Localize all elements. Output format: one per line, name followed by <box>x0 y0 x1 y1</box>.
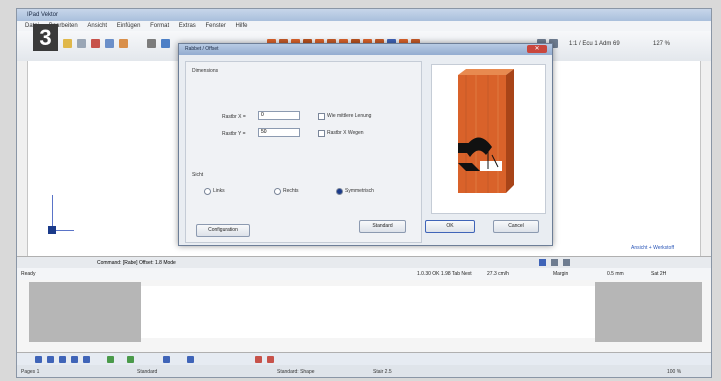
red-fill-icon[interactable] <box>255 356 262 363</box>
vertical-ruler <box>17 61 28 256</box>
field-x-input[interactable] <box>258 111 300 120</box>
same-rabbet-checkbox[interactable] <box>318 113 325 120</box>
radio-center-label: Symmetrisch <box>345 188 374 194</box>
window-titlebar: IPad Vektor <box>17 9 711 21</box>
zoom-readout[interactable]: 127 % <box>653 41 670 47</box>
print-icon[interactable] <box>77 39 86 48</box>
menu-extras[interactable]: Extras <box>179 21 196 31</box>
radio-right[interactable] <box>274 188 281 195</box>
cancel-button[interactable]: Cancel <box>493 220 539 233</box>
scale-readout: 1:1 / Ecu 1 Adm 69 <box>569 41 620 47</box>
origin-marker <box>48 226 56 234</box>
rabbet-dialog: Rabbet / Offset ✕ Dimensions Rastbr X = … <box>178 43 553 246</box>
page-status-bar: Pages 1 Standard Standard: Shape Stair 2… <box>17 365 711 377</box>
dimensions-section-label: Dimensions <box>192 68 219 74</box>
dialog-settings-panel: Dimensions Rastbr X = Rastbr Y = Wie mit… <box>185 61 422 243</box>
menubar: Datei Bearbeiten Ansicht Einfügen Format… <box>17 21 711 31</box>
layer-icon[interactable] <box>551 259 558 266</box>
radio-left-label: Links <box>213 188 225 194</box>
select-arrow-icon[interactable] <box>35 356 42 363</box>
shadow-icon[interactable] <box>127 356 134 363</box>
dialog-title: Rabbet / Offset <box>185 46 219 52</box>
rectangle-icon[interactable] <box>59 356 66 363</box>
close-icon[interactable]: ✕ <box>527 45 547 53</box>
menu-format[interactable]: Format <box>150 21 169 31</box>
mirror-checkbox[interactable] <box>318 130 325 137</box>
panel-icon[interactable] <box>539 259 546 266</box>
copy-icon[interactable] <box>105 39 114 48</box>
red-line-icon[interactable] <box>267 356 274 363</box>
menu-window[interactable]: Fenster <box>205 21 225 31</box>
left-gray-panel <box>29 282 141 342</box>
arrange-icon[interactable] <box>163 356 170 363</box>
configuration-button[interactable]: Configuration <box>196 224 250 237</box>
page-label: Pages 1 <box>21 369 40 375</box>
status-margin: Margin <box>553 271 569 277</box>
grid-icon[interactable] <box>563 259 570 266</box>
ok-button[interactable]: OK <box>425 220 475 233</box>
pointer-icon[interactable] <box>161 39 170 48</box>
drawing-toolbar <box>17 352 711 366</box>
radio-left[interactable] <box>204 188 211 195</box>
select-icon[interactable] <box>147 39 156 48</box>
page-zoom-label: 100 % <box>667 369 682 375</box>
command-text: Command: [Rabe] Offset: 1.8 Mode <box>97 260 176 266</box>
ellipse-icon[interactable] <box>71 356 78 363</box>
right-ruler <box>700 61 711 256</box>
field-y-label: Rastbr Y = <box>222 131 246 137</box>
right-gray-panel <box>595 282 702 342</box>
dialog-titlebar: Rabbet / Offset ✕ <box>179 44 552 55</box>
align-icon[interactable] <box>187 356 194 363</box>
status-text: Ready <box>21 271 36 277</box>
view-group-label: Sicht <box>192 172 204 178</box>
menu-help[interactable]: Hilfe <box>236 21 248 31</box>
ratio-label: Stair 2.5 <box>373 369 392 375</box>
step-number-badge: 3 <box>33 24 58 51</box>
style-label: Standard: Shape <box>277 369 315 375</box>
fill-icon[interactable] <box>107 356 114 363</box>
y-axis-indicator <box>52 195 53 230</box>
status-value-1: 27.3 cm/h <box>487 271 509 277</box>
standard-button[interactable]: Standard <box>359 220 406 233</box>
window-title: IPad Vektor <box>27 12 59 18</box>
lower-view-area <box>17 280 711 352</box>
radio-center[interactable] <box>336 188 343 195</box>
wood-board-illustration <box>458 69 514 193</box>
same-rabbet-label: Wie mittlere Lenung <box>327 113 372 119</box>
text-icon[interactable] <box>83 356 90 363</box>
mirror-label: Rastbr X Wegen <box>327 130 364 136</box>
cut-icon[interactable] <box>91 39 100 48</box>
line-icon[interactable] <box>47 356 54 363</box>
open-icon[interactable] <box>63 39 72 48</box>
status-value-4: Sat 2H <box>651 271 667 277</box>
page-preview[interactable] <box>141 286 595 338</box>
menu-view[interactable]: Ansicht <box>87 21 107 31</box>
menu-insert[interactable]: Einfügen <box>117 21 141 31</box>
mode-label: Standard <box>137 369 158 375</box>
status-value-3: 0.5 mm <box>607 271 624 277</box>
radio-right-label: Rechts <box>283 188 299 194</box>
rabbet-preview <box>431 64 546 214</box>
field-x-label: Rastbr X = <box>222 114 246 120</box>
field-y-input[interactable] <box>258 128 300 137</box>
view-material-link[interactable]: Ansicht + Werkstoff <box>631 245 674 251</box>
status-coords: 1.0.30 OK 1.98 Tab Next <box>417 271 472 277</box>
paste-icon[interactable] <box>119 39 128 48</box>
